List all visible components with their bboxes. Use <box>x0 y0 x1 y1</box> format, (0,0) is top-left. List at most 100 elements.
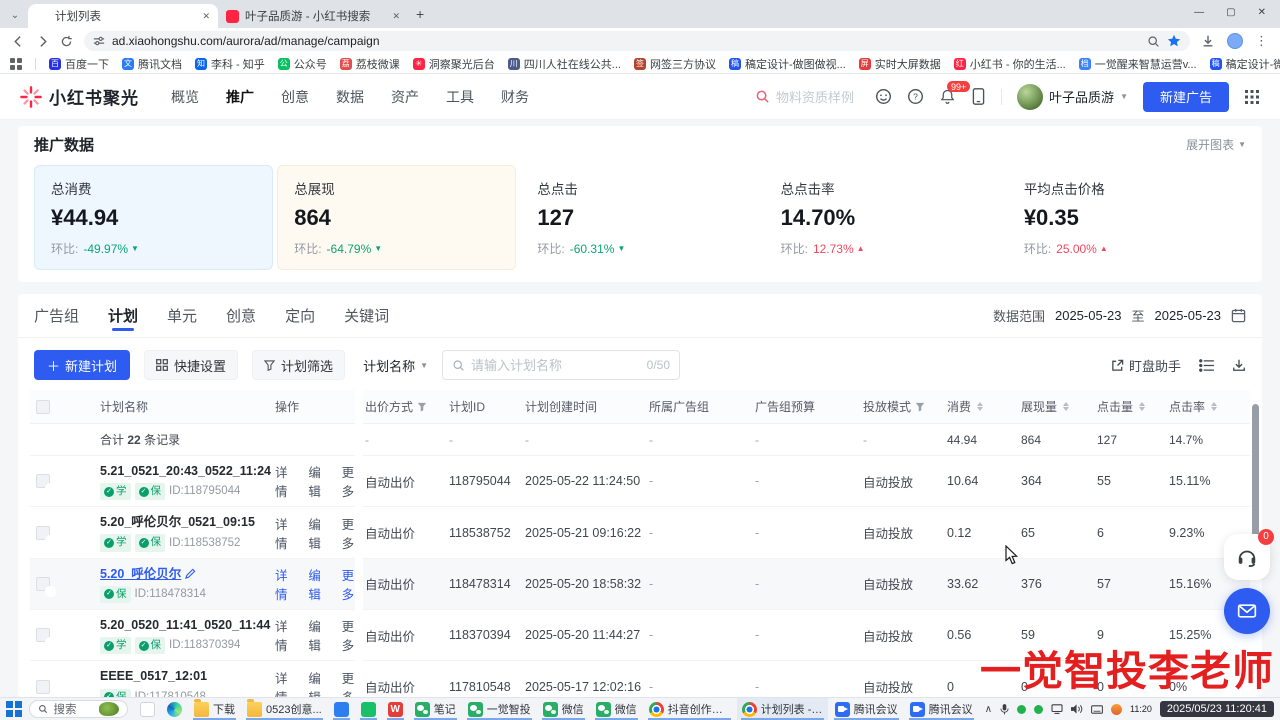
tab-close-icon[interactable]: ✕ <box>392 11 400 22</box>
tab-close-icon[interactable]: ✕ <box>202 11 210 22</box>
taskbar-app[interactable] <box>356 698 381 720</box>
notification-bell-icon[interactable]: 99+ <box>939 88 956 105</box>
bookmark-item[interactable]: 百 百度一下 <box>49 56 109 72</box>
browser-tab[interactable]: 计划列表 ✕ <box>28 4 218 28</box>
plan-name-link[interactable]: 5.21_0521_20:43_0522_11:24 <box>100 462 271 480</box>
bookmark-item[interactable]: 文 腾讯文档 <box>122 56 182 72</box>
taskbar-app[interactable]: 微信 <box>538 698 589 720</box>
taskbar-app[interactable] <box>162 698 187 720</box>
taskbar-app[interactable] <box>135 698 160 720</box>
stat-card[interactable]: 总展现 864 环比: -64.79% ▼ <box>277 165 516 270</box>
manage-tab[interactable]: 计划 <box>108 294 138 337</box>
site-info-icon[interactable] <box>93 35 105 47</box>
quick-setup-button[interactable]: 快捷设置 <box>144 350 238 380</box>
taskbar-app[interactable]: 一觉智投 <box>463 698 536 720</box>
download-icon[interactable] <box>1232 358 1246 372</box>
taskbar-app[interactable]: 0523创意... <box>242 698 327 720</box>
plan-name-link[interactable]: 5.20_0520_11:41_0520_11:44 <box>100 616 270 634</box>
juguang-logo[interactable]: 小红书聚光 <box>20 84 139 109</box>
stat-card[interactable]: 总点击率 14.70% 环比: 12.73% ▲ <box>764 165 1003 270</box>
sort-icon[interactable] <box>977 402 983 411</box>
stat-card[interactable]: 总消费 ¥44.94 环比: -49.97% ▼ <box>34 165 273 270</box>
bookmark-item[interactable]: 稿 稿定设计-做图做视... <box>729 56 846 72</box>
new-ad-button[interactable]: 新建广告 <box>1143 82 1229 112</box>
help-icon[interactable]: ? <box>907 88 924 105</box>
detail-link[interactable]: 详情 <box>275 668 298 697</box>
edit-link[interactable]: 编辑 <box>308 514 331 552</box>
apps-grid-icon[interactable] <box>10 58 22 70</box>
edit-link[interactable]: 编辑 <box>308 668 331 697</box>
stat-card[interactable]: 总点击 127 环比: -60.31% ▼ <box>520 165 759 270</box>
filter-icon[interactable] <box>915 402 925 412</box>
detail-link[interactable]: 详情 <box>275 514 298 552</box>
wechat-tray-icon[interactable] <box>1034 705 1043 714</box>
edit-link[interactable]: 编辑 <box>308 616 331 654</box>
plan-search-box[interactable]: 0/50 <box>442 350 680 380</box>
sort-icon[interactable] <box>1063 402 1069 411</box>
bookmark-item[interactable]: 公 公众号 <box>278 56 327 72</box>
detail-link[interactable]: 详情 <box>275 565 298 603</box>
detail-link[interactable]: 详情 <box>275 462 298 500</box>
bookmark-item[interactable]: 川 四川人社在线公共... <box>508 56 621 72</box>
message-button[interactable] <box>1224 588 1270 634</box>
microphone-icon[interactable] <box>1000 704 1009 715</box>
bookmark-item[interactable]: 荔 荔枝微课 <box>340 56 400 72</box>
col-plan-name[interactable]: 计划名称 <box>100 398 275 415</box>
date-end[interactable]: 2025-05-23 <box>1155 308 1222 323</box>
col-delivery-mode[interactable]: 投放模式 <box>863 398 947 415</box>
browser-tab[interactable]: 叶子品质游 - 小红书搜索 ✕ <box>218 4 408 28</box>
new-tab-button[interactable]: + <box>416 6 424 22</box>
col-created[interactable]: 计划创建时间 <box>525 398 649 415</box>
select-all-checkbox[interactable] <box>36 400 50 414</box>
manage-tab[interactable]: 定向 <box>285 294 315 337</box>
nav-item[interactable]: 推广 <box>226 87 254 107</box>
taskbar-app[interactable]: 腾讯会议 <box>830 698 903 720</box>
bookmark-item[interactable]: ✳ 洞察聚光后台 <box>413 56 495 72</box>
customer-service-widget[interactable]: 0 <box>1224 534 1270 580</box>
wechat-tray-icon[interactable] <box>1017 705 1026 714</box>
sort-icon[interactable] <box>1139 402 1145 411</box>
plan-name-link[interactable]: 5.20_呼伦贝尔 <box>100 565 181 583</box>
display-icon[interactable] <box>1051 704 1063 714</box>
edit-link[interactable]: 编辑 <box>308 462 331 500</box>
detail-link[interactable]: 详情 <box>275 616 298 654</box>
edit-pencil-icon[interactable] <box>185 568 196 579</box>
download-icon[interactable] <box>1201 34 1215 48</box>
taskbar-app[interactable]: 抖音创作者... <box>644 698 735 720</box>
reload-icon[interactable] <box>60 35 73 48</box>
tray-app-icon[interactable] <box>1111 704 1122 715</box>
nav-item[interactable]: 概览 <box>171 87 199 107</box>
bookmark-item[interactable]: 屏 实时大屏数据 <box>859 56 941 72</box>
nav-item[interactable]: 数据 <box>336 87 364 107</box>
start-button[interactable] <box>6 701 22 717</box>
col-bid-type[interactable]: 出价方式 <box>365 398 449 415</box>
feedback-smiley-icon[interactable] <box>875 88 892 105</box>
expand-chart-button[interactable]: 展开图表 ▼ <box>1186 136 1246 153</box>
nav-item[interactable]: 创意 <box>281 87 309 107</box>
close-button[interactable]: ✕ <box>1258 7 1266 18</box>
taskbar-app[interactable]: 计划列表 - ... <box>737 698 828 720</box>
minimize-button[interactable]: — <box>1194 7 1204 18</box>
input-method-icon[interactable] <box>1091 705 1103 714</box>
tab-search-button[interactable]: ⌄ <box>6 6 24 24</box>
col-ad-group[interactable]: 所属广告组 <box>649 398 755 415</box>
maximize-button[interactable]: ▢ <box>1226 7 1235 18</box>
browser-profile-avatar[interactable] <box>1227 33 1243 49</box>
bookmark-item[interactable]: 签 网签三方协议 <box>634 56 716 72</box>
new-plan-button[interactable]: ＋ 新建计划 <box>34 350 130 380</box>
forward-icon[interactable] <box>36 35 49 48</box>
bookmark-item[interactable]: 档 一觉醒来智慧运营v... <box>1079 56 1197 72</box>
taskbar-app[interactable]: W <box>383 698 408 720</box>
nav-item[interactable]: 工具 <box>446 87 474 107</box>
edit-link[interactable]: 编辑 <box>308 565 331 603</box>
bookmark-item[interactable]: 稿 稿定设计-微图做视... <box>1210 56 1280 72</box>
stat-card[interactable]: 平均点击价格 ¥0.35 环比: 25.00% ▲ <box>1007 165 1246 270</box>
col-clicks[interactable]: 点击量 <box>1097 398 1169 415</box>
taskbar-app[interactable]: 下载 <box>189 698 240 720</box>
url-text[interactable]: ad.xiaohongshu.com/aurora/ad/manage/camp… <box>112 34 1140 48</box>
taskbar-app[interactable]: 笔记 <box>410 698 461 720</box>
col-impressions[interactable]: 展现量 <box>1021 398 1097 415</box>
calendar-icon[interactable] <box>1231 308 1246 323</box>
nav-item[interactable]: 财务 <box>501 87 529 107</box>
plan-filter-button[interactable]: 计划筛选 <box>252 350 345 380</box>
